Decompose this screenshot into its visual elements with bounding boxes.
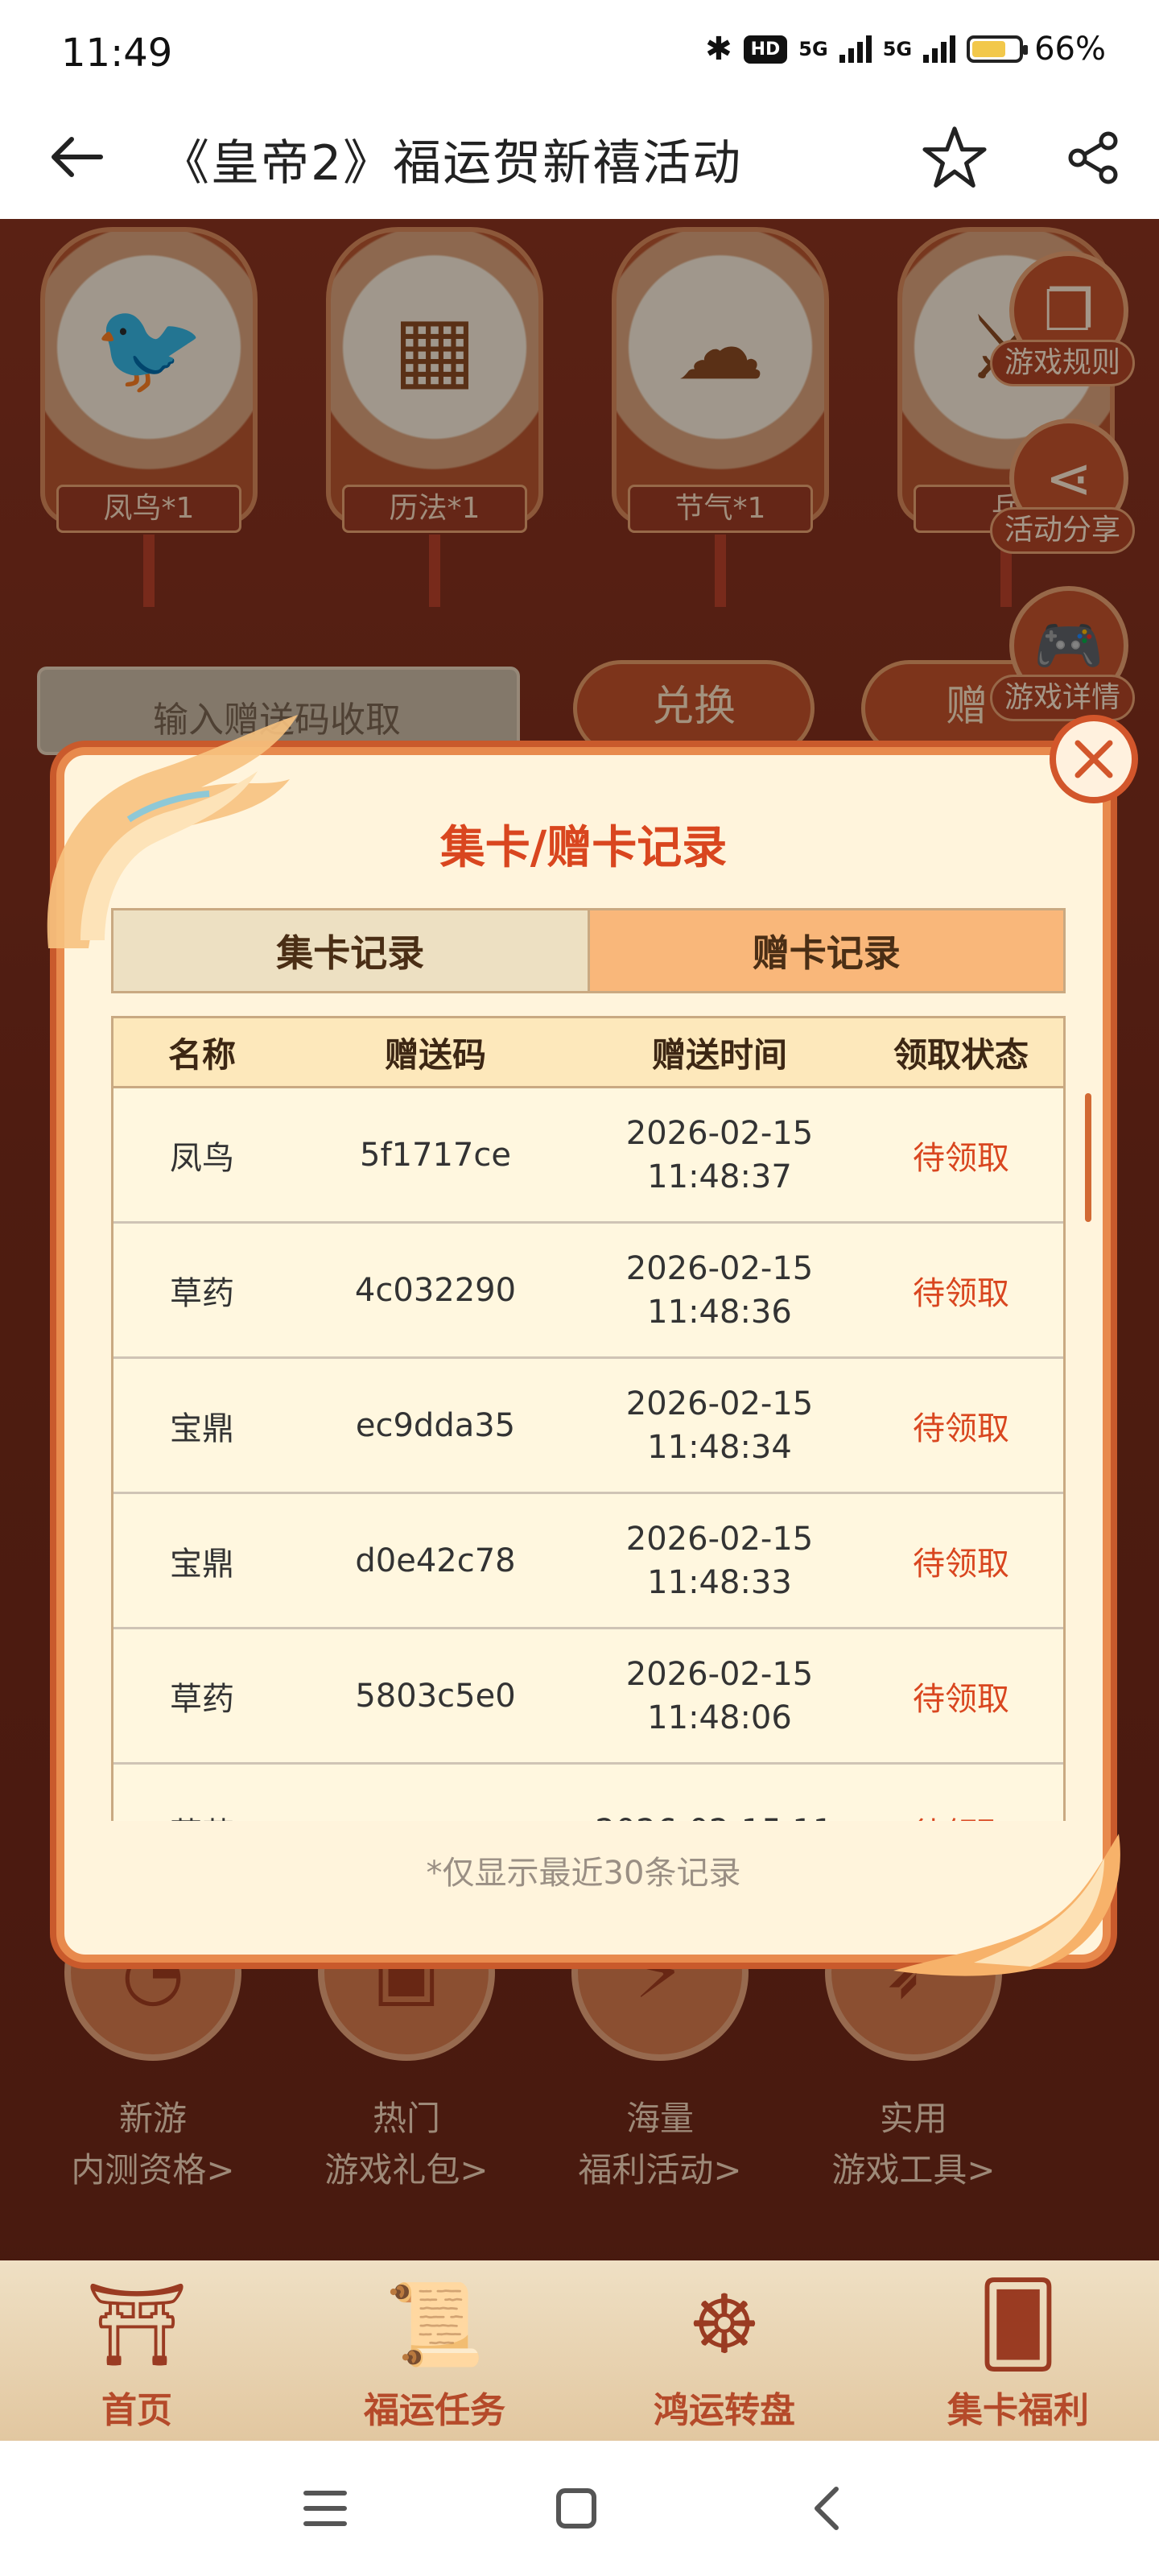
battery-fill (972, 41, 1005, 57)
pavilion-icon: ⛩ (85, 2277, 188, 2372)
cell-name: 宝鼎 (170, 1410, 234, 1447)
cell-code[interactable]: 4c032290 (291, 1224, 580, 1356)
back-nav-button[interactable] (795, 2476, 860, 2541)
status-icons: ✱ HD 5G 5G 66% (705, 31, 1106, 68)
favorite-button[interactable] (916, 119, 993, 196)
tab-fortune-tasks[interactable]: 📜 福运任务 (314, 2268, 555, 2438)
signal-bars-icon-2 (923, 35, 956, 63)
cell-status: 待领取 (913, 1274, 1009, 1312)
cell-code[interactable]: 5803c5e0 (291, 1629, 580, 1762)
cards-icon: 🂠 (976, 2277, 1060, 2372)
cell-name: 凤鸟 (170, 1139, 234, 1177)
cell-status: 待领取 (913, 1545, 1009, 1583)
cell-time: 2026-02-15 11:48:37 (625, 1114, 814, 1195)
bluetooth-icon: ✱ (705, 31, 732, 68)
dialog-title: 集卡/赠卡记录 (439, 822, 728, 874)
status-time: 11:49 (61, 31, 173, 76)
tab-label: 福运任务 (364, 2390, 505, 2431)
tab-label: 集卡福利 (947, 2390, 1089, 2431)
bottom-tab-bar: ⛩ 首页 📜 福运任务 ☸ 鸿运转盘 🂠 集卡福利 (0, 2260, 1159, 2441)
tab-home[interactable]: ⛩ 首页 (16, 2268, 258, 2438)
wheel-icon: ☸ (688, 2277, 761, 2372)
hd-icon: HD (743, 35, 788, 64)
cell-code[interactable]: d0e42c78 (291, 1494, 580, 1627)
table-row: 凤鸟 5f1717ce 2026-02-15 11:48:37 待领取 (113, 1088, 1063, 1224)
share-button[interactable] (1054, 119, 1132, 196)
column-header-code: 赠送码 (384, 1034, 486, 1075)
tab-label: 鸿运转盘 (654, 2390, 795, 2431)
system-nav-bar (0, 2441, 1159, 2576)
back-button[interactable] (40, 121, 113, 193)
cell-name: 草药 (170, 1680, 234, 1718)
records-footnote: *仅显示最近30条记录 (426, 1855, 741, 1892)
tab-lucky-wheel[interactable]: ☸ 鸿运转盘 (604, 2268, 845, 2438)
cell-status: 待领取 (913, 1680, 1009, 1718)
column-header-name: 名称 (167, 1034, 236, 1075)
title-bar: 《皇帝2》福运贺新禧活动 (0, 97, 1159, 219)
close-button[interactable] (1050, 715, 1138, 803)
cell-status: 待领取 (913, 1139, 1009, 1177)
cell-code[interactable] (291, 1765, 580, 1821)
close-icon (1074, 740, 1113, 778)
cell-status: 待领取 (859, 1765, 1063, 1822)
battery-percent: 66% (1034, 31, 1106, 68)
home-nav-button[interactable] (544, 2476, 608, 2541)
cell-time: 2026-02-15 11:48:36 (625, 1249, 814, 1331)
cell-code[interactable]: ec9dda35 (291, 1359, 580, 1492)
table-header: 名称 赠送码 赠送时间 领取状态 (113, 1016, 1063, 1088)
table-row: 宝鼎 d0e42c78 2026-02-15 11:48:33 待领取 (113, 1494, 1063, 1629)
arrow-left-icon (52, 137, 103, 177)
signal-bars-icon (839, 35, 872, 63)
cell-name: 草药 (170, 1274, 234, 1312)
page-title: 《皇帝2》福运贺新禧活动 (161, 135, 743, 192)
table-row: 草药 2026-02-15 11: 待领取 (113, 1765, 1063, 1821)
table-row: 草药 5803c5e0 2026-02-15 11:48:06 待领取 (113, 1629, 1063, 1765)
tab-gift-record[interactable]: 赠卡记录 (589, 910, 1063, 991)
cell-status: 待领取 (913, 1410, 1009, 1447)
gift-record-table[interactable]: 名称 赠送码 赠送时间 领取状态 凤鸟 5f1717ce 2026-02-15 … (111, 1016, 1066, 1821)
column-header-status: 领取状态 (893, 1034, 1029, 1075)
menu-nav-button[interactable] (293, 2476, 357, 2541)
signal-5g-label-2: 5G (882, 38, 913, 60)
battery-icon (967, 35, 1029, 63)
table-scrollbar[interactable] (1085, 1093, 1091, 1222)
cell-code[interactable]: 5f1717ce (291, 1088, 580, 1221)
cell-time: 2026-02-15 11: (580, 1765, 859, 1822)
scroll-icon: 📜 (384, 2277, 485, 2372)
tab-label: 首页 (101, 2390, 172, 2431)
tab-collect-record[interactable]: 集卡记录 (113, 910, 590, 991)
table-row: 宝鼎 ec9dda35 2026-02-15 11:48:34 待领取 (113, 1359, 1063, 1494)
share-icon (1068, 131, 1118, 184)
cell-time: 2026-02-15 11:48:06 (625, 1655, 814, 1736)
column-header-time: 赠送时间 (651, 1034, 787, 1075)
star-icon (922, 126, 987, 188)
table-row: 草药 4c032290 2026-02-15 11:48:36 待领取 (113, 1224, 1063, 1359)
cell-time: 2026-02-15 11:48:33 (625, 1520, 814, 1601)
tab-card-rewards[interactable]: 🂠 集卡福利 (897, 2268, 1139, 2438)
chevron-left-icon (815, 2487, 839, 2530)
status-bar: 11:49 ✱ HD 5G 5G 66% (0, 0, 1159, 97)
signal-5g-label: 5G (798, 38, 828, 60)
square-icon (556, 2488, 596, 2529)
card-record-dialog: 集卡/赠卡记录 集卡记录 赠卡记录 名称 赠送码 赠送时间 领取状态 凤鸟 5f… (47, 715, 1138, 1976)
cell-time: 2026-02-15 11:48:34 (625, 1385, 814, 1466)
cell-name: 草药 (113, 1765, 291, 1822)
record-tabs: 集卡记录 赠卡记录 (111, 908, 1066, 993)
menu-icon (303, 2491, 347, 2526)
cell-name: 宝鼎 (170, 1545, 234, 1583)
